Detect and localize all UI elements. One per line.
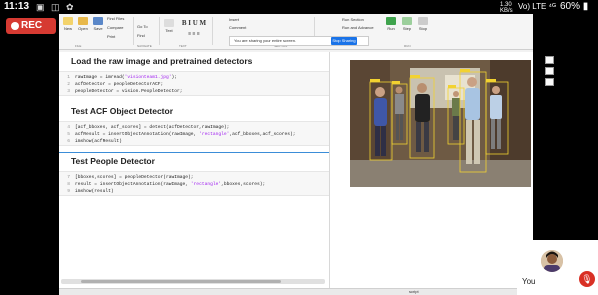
step-button[interactable]: Step (401, 17, 413, 31)
shared-screen: New Open Save Find Files Compare Print G… (59, 14, 554, 295)
clock: 11:13 (4, 1, 30, 12)
battery-icon: ▮ (582, 1, 589, 12)
step-icon (402, 17, 412, 25)
text-button[interactable]: Text (162, 19, 176, 33)
code-block[interactable]: 4 [acf_bboxes, acf_scores] = detect(acfDe… (59, 121, 329, 146)
active-section-indicator (59, 152, 329, 153)
people-detection-figure (350, 60, 531, 187)
signal-icon: Vo) LTE ⁴ᴳ (518, 2, 556, 11)
editor-status-bar: script (59, 288, 533, 295)
divider (159, 17, 160, 45)
output-panel (329, 52, 533, 288)
code-block[interactable]: 7 [bboxes,scores] = peopleDetector(rawIma… (59, 171, 329, 196)
group-label: RUN (404, 44, 411, 48)
self-video-tile[interactable]: You 🎙 (517, 240, 598, 295)
hide-code-icon[interactable] (545, 78, 554, 86)
play-icon (386, 17, 396, 25)
stop-sharing-button[interactable]: Stop Sharing (331, 37, 357, 45)
run-and-advance-button[interactable]: Run and Advance (342, 25, 382, 30)
toolstrip: New Open Save Find Files Compare Print G… (59, 14, 533, 50)
code-block[interactable]: 1 rawImage = imread('visionteam1.jpg'); 2… (59, 71, 329, 96)
live-script-editor[interactable]: Load the raw image and pretrained detect… (59, 52, 329, 288)
stop-icon (418, 17, 428, 25)
section-title: Load the raw image and pretrained detect… (71, 56, 253, 66)
save-button[interactable]: Save (91, 17, 105, 31)
person (452, 91, 460, 140)
code-line[interactable]: 5 acfResult = insertObjectAnnotation(rawI… (59, 131, 329, 138)
share-message: You are sharing your entire screen. (234, 38, 297, 43)
print-button[interactable]: Print (107, 34, 131, 39)
find-files-button[interactable]: Find Files (107, 16, 131, 21)
insert-button[interactable]: Insert (229, 17, 269, 22)
output-right-icon[interactable] (545, 67, 554, 75)
battery-level: 60% (560, 1, 581, 12)
status-mode: script (409, 289, 419, 294)
recording-label: REC (21, 20, 43, 31)
new-button[interactable]: New (62, 17, 74, 31)
divider (212, 17, 213, 45)
scrollbar-thumb[interactable] (81, 280, 281, 283)
text-icon (164, 19, 174, 27)
code-line[interactable]: 6 imshow(acfResult) (59, 138, 329, 145)
status-bar: 11:13 ▣ ◫ ✿ 1.30 KB/s Vo) LTE ⁴ᴳ 60% ▮ (0, 0, 598, 14)
output-inline-icon[interactable] (545, 56, 554, 64)
group-label: NAVIGATE (137, 44, 152, 48)
compare-button[interactable]: Compare (107, 25, 131, 30)
code-line[interactable]: 1 rawImage = imread('visionteam1.jpg'); (59, 74, 329, 81)
new-icon (63, 17, 73, 25)
detection-result-image (350, 60, 531, 187)
avatar (541, 250, 563, 272)
divider (133, 17, 134, 45)
group-label: FILE (75, 44, 82, 48)
section-title: Test People Detector (71, 156, 155, 166)
code-line[interactable]: 7 [bboxes,scores] = peopleDetector(rawIma… (59, 174, 329, 181)
code-line[interactable]: 8 result = insertObjectAnnotation(rawImag… (59, 181, 329, 188)
network-speed: 1.30 KB/s (500, 2, 513, 14)
run-button[interactable]: Run (385, 17, 397, 31)
stop-button[interactable]: Stop (417, 17, 429, 31)
record-icon (11, 22, 19, 30)
recording-badge[interactable]: REC (6, 18, 56, 34)
side-toolbar (545, 56, 554, 86)
participant-name: You (522, 277, 536, 286)
comment-button[interactable]: Comment (229, 25, 269, 30)
code-line[interactable]: 9 imshow(result) (59, 188, 329, 195)
folder-icon (78, 17, 88, 25)
list-buttons[interactable]: ≡ ≡ ≡ (179, 31, 209, 37)
mic-off-icon[interactable]: 🎙 (579, 271, 595, 287)
code-line[interactable]: 4 [acf_bboxes, acf_scores] = detect(acfDe… (59, 124, 329, 131)
format-buttons[interactable]: B I U M (179, 19, 209, 27)
horizontal-scrollbar[interactable] (61, 279, 325, 284)
code-line[interactable]: 2 acfDetector = peopleDetectorACF; (59, 81, 329, 88)
run-section-button[interactable]: Run Section (342, 17, 382, 22)
section-title: Test ACF Object Detector (71, 106, 174, 116)
open-button[interactable]: Open (76, 17, 90, 31)
battery-indicator: 60% ▮ (560, 1, 588, 12)
save-icon (93, 17, 103, 25)
group-label: TEXT (179, 44, 187, 48)
code-line[interactable]: 3 peopleDetector = vision.PeopleDetector; (59, 88, 329, 95)
find-button[interactable]: Find (137, 33, 157, 38)
notification-icons: ▣ ◫ ✿ (36, 2, 76, 12)
goto-button[interactable]: Go To (137, 24, 157, 29)
user-photo (541, 250, 563, 272)
